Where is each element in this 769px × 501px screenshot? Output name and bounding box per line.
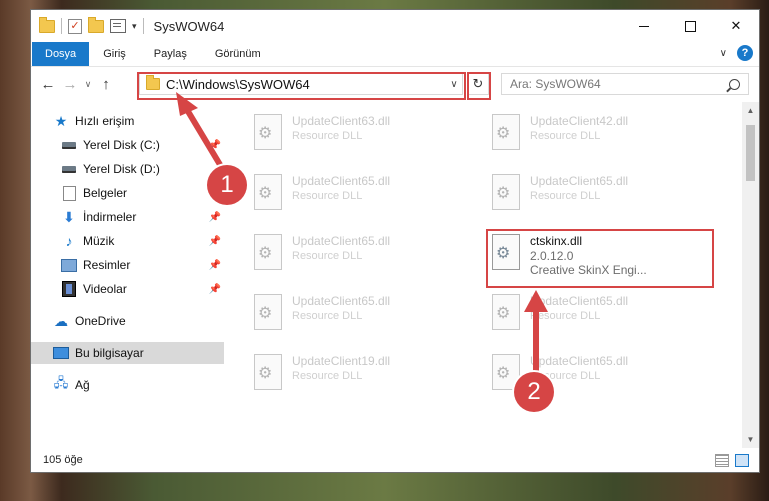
step-1-badge: 1 [207,165,247,205]
arrow-1 [176,92,225,171]
annotation-arrows [176,92,548,381]
arrow-2 [524,290,548,381]
step-2-badge: 2 [514,372,554,412]
